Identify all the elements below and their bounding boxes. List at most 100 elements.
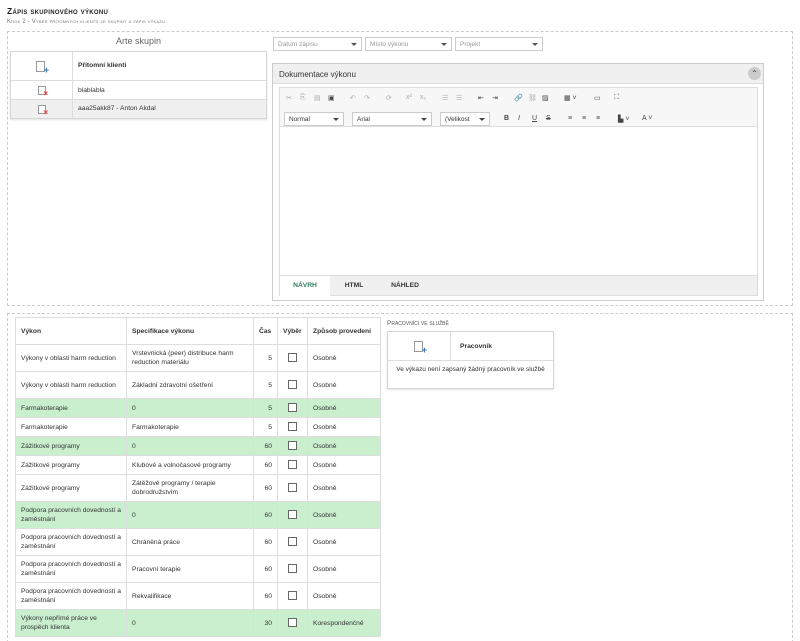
outdent-icon[interactable]: ⇤ [478,94,484,102]
select-checkbox[interactable] [288,564,297,574]
paste-word-icon[interactable]: ▣ [328,94,335,102]
vykon-cell: Podpora pracovních dovedností a zaměstná… [15,528,127,556]
select-checkbox[interactable] [288,618,297,628]
select-checkbox[interactable] [288,537,297,547]
specifikace-cell: 0 [126,436,254,456]
unlink-icon[interactable]: ⛓ [528,94,537,102]
vykon-cell: Podpora pracovních dovedností a zaměstná… [15,555,127,583]
vyber-cell [277,609,308,637]
format-painter-icon[interactable]: ⟳ [386,94,392,102]
select-checkbox[interactable] [288,380,297,390]
specifikace-cell: 0 [126,398,254,418]
remove-client-cell[interactable] [11,81,73,100]
select-checkbox[interactable] [288,403,297,413]
specifikace-cell: Zátěžové programy / terapie dobrodružstv… [126,474,254,502]
table-row: Farmakoterapie Farmakoterapie 5 Osobně [15,417,381,437]
documentation-header[interactable]: Dokumentace výkonu ⌃ [273,64,763,84]
link-icon[interactable]: 🔗 [514,94,523,102]
fill-color-icon[interactable]: ▙ ˅ [618,115,629,123]
underline-icon[interactable]: U [532,115,537,122]
select-checkbox[interactable] [288,422,297,432]
editor-content[interactable] [279,127,758,275]
superscript-icon[interactable]: x² [406,94,412,101]
group-name: Arte skupin [115,36,162,46]
copy-icon[interactable]: ⎘ [300,94,306,102]
paste-icon[interactable]: ▤ [314,94,321,102]
add-file-icon[interactable]: + [414,341,427,355]
unordered-list-icon[interactable]: ☰ [456,94,462,102]
align-right-icon[interactable]: ≡ [596,115,600,122]
font-select-label: Arial [357,116,371,123]
ordered-list-icon[interactable]: ☰ [442,94,448,102]
project-select-label: Projekt [460,41,481,48]
preview-icon[interactable]: ▭ [594,94,601,102]
font-color-icon[interactable]: A ˅ [642,115,652,122]
table-row: Podpora pracovních dovedností a zaměstná… [15,582,381,610]
strikethrough-icon[interactable]: S [546,115,551,122]
format-select-label: Normal [289,116,310,123]
image-icon[interactable]: ▨ [542,94,549,102]
client-row: aaa25akk87 - Anton Akdal [11,100,266,118]
tab-navrh[interactable]: NÁVRH [280,276,330,296]
column-header: Výkon [15,317,127,345]
redo-icon[interactable]: ↷ [364,94,370,102]
column-header: Čas [253,317,278,345]
table-row: Zážitkové programy Zátěžové programy / te… [15,474,381,502]
bold-icon[interactable]: B [504,115,509,122]
align-center-icon[interactable]: ≡ [582,115,586,122]
select-checkbox[interactable] [288,591,297,601]
select-checkbox[interactable] [288,483,297,493]
project-select[interactable]: Projekt [455,37,543,51]
vyber-cell [277,417,308,437]
zpusob-cell: Osobně [307,501,381,529]
cas-cell: 60 [253,455,278,475]
fullscreen-icon[interactable]: ⛶ [614,94,619,102]
vyber-cell [277,474,308,502]
select-checkbox[interactable] [288,460,297,470]
tab-html[interactable]: HTML [334,276,374,296]
add-client-cell[interactable]: + [11,52,73,81]
format-select[interactable]: Normal [284,112,344,126]
workers-header-row: + Pracovník [388,332,553,361]
table-icon[interactable]: ▦ ˅ [564,94,577,102]
subscript-icon[interactable]: x₂ [420,94,426,101]
tab-nahled[interactable]: NÁHLED [380,276,430,296]
place-select-label: Místo výkonu [370,41,409,48]
editor-toolbar: ✂ ⎘ ▤ ▣ ↶ ↷ ⟳ x² x₂ ☰ ☰ ⇤ ⇥ 🔗 ⛓ ▨ ▦ ˅ ▭ … [279,87,758,127]
documentation-title: Dokumentace výkonu [279,70,356,79]
vykon-cell: Farmakoterapie [15,417,127,437]
align-left-icon[interactable]: ≡ [568,115,572,122]
editor-tabs: NÁVRH HTML NÁHLED [279,275,758,296]
specifikace-cell: Pracovní terapie [126,555,254,583]
zpusob-cell: Osobně [307,582,381,610]
select-checkbox[interactable] [288,441,297,451]
select-checkbox[interactable] [288,510,297,520]
undo-icon[interactable]: ↶ [350,94,356,102]
place-select[interactable]: Místo výkonu [365,37,452,51]
vykony-table-wrap: Výkon Specifikace výkonu Čas Výběr Způso… [15,317,381,637]
remove-client-icon[interactable] [38,105,48,117]
client-row: blablabla [11,81,266,100]
add-worker-cell[interactable]: + [388,332,451,361]
vykon-cell: Zážitkové programy [15,455,127,475]
add-file-icon[interactable]: + [36,61,49,75]
size-select[interactable]: (Velikost [440,112,490,126]
cut-icon[interactable]: ✂ [286,94,292,102]
remove-client-icon[interactable] [38,86,48,98]
page-title: Zápis skupinového výkonu [7,6,109,16]
vykon-cell: Podpora pracovních dovedností a zaměstná… [15,501,127,529]
date-select[interactable]: Datum zápisu [273,37,362,51]
specifikace-cell: Rekvalifikace [126,582,254,610]
zpusob-cell: Osobně [307,417,381,437]
collapse-icon[interactable]: ⌃ [748,67,761,80]
cas-cell: 5 [253,371,278,399]
font-select[interactable]: Arial [352,112,432,126]
remove-client-cell[interactable] [11,100,73,118]
zpusob-cell: Osobně [307,371,381,399]
italic-icon[interactable]: I [518,115,520,122]
select-checkbox[interactable] [288,353,297,363]
table-row: Zážitkové programy 0 60 Osobně [15,436,381,456]
zpusob-cell: Osobně [307,436,381,456]
vykon-cell: Výkony nepřímé práce ve prospěch klienta [15,609,127,637]
indent-icon[interactable]: ⇥ [492,94,498,102]
